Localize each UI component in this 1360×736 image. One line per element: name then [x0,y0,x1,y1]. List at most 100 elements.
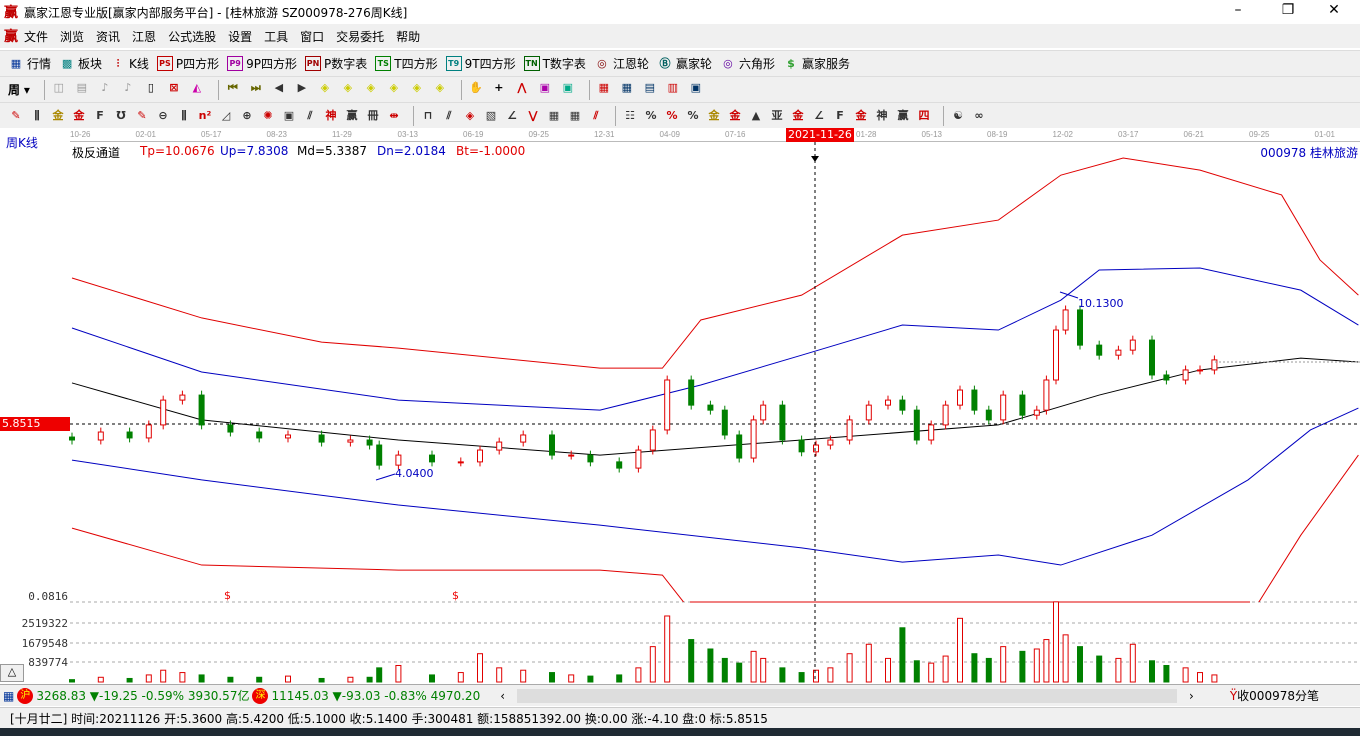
draw-tool-icon[interactable]: ▦ [567,108,583,124]
draw-tool-icon[interactable]: ⫼ [29,108,45,124]
tool-icon[interactable]: ✋ [468,80,484,96]
tool-icon[interactable]: ⏭ [248,80,264,96]
draw-tool-icon[interactable]: ◈ [462,108,478,124]
toolbar-button[interactable]: $ 赢家服务 [783,55,850,72]
draw-tool-icon[interactable]: 神 [323,108,339,124]
tool-icon[interactable]: ♪ [120,80,136,96]
collapse-button[interactable]: △ [0,664,24,682]
draw-tool-icon[interactable]: ⇹ [386,108,402,124]
draw-tool-icon[interactable]: 金 [71,108,87,124]
draw-tool-icon[interactable]: 神 [874,108,890,124]
draw-tool-icon[interactable]: ⫽ [441,108,457,124]
draw-tool-icon[interactable]: ✺ [260,108,276,124]
tool-icon[interactable]: ⋀ [514,80,530,96]
toolbar-button[interactable]: Ⓑ 赢家轮 [657,55,712,72]
menu-item[interactable]: 资讯 [96,28,120,45]
draw-tool-icon[interactable]: ☯ [950,108,966,124]
draw-tool-icon[interactable]: ▲ [748,108,764,124]
draw-tool-icon[interactable]: ⫽ [588,108,604,124]
menu-item[interactable]: 交易委托 [336,28,384,45]
draw-tool-icon[interactable]: ∠ [811,108,827,124]
tool-icon[interactable]: ▤ [74,80,90,96]
tool-icon[interactable]: ⏮ [225,80,241,96]
tool-icon[interactable]: ▶ [294,80,310,96]
toolbar-button[interactable]: PS P四方形 [156,55,219,72]
tool-icon[interactable]: ◈ [340,80,356,96]
horizontal-scrollbar[interactable] [517,688,1178,703]
toolbar-button[interactable]: ◎ 江恩轮 [594,55,649,72]
draw-tool-icon[interactable]: 金 [50,108,66,124]
draw-tool-icon[interactable]: 冊 [365,108,381,124]
draw-tool-icon[interactable]: ℧ [113,108,129,124]
tool-icon[interactable]: ▣ [560,80,576,96]
toolbar-button[interactable]: P9 9P四方形 [227,55,297,72]
tool-icon[interactable]: ▤ [642,80,658,96]
draw-tool-icon[interactable]: n² [197,108,213,124]
draw-tool-icon[interactable]: % [664,108,680,124]
draw-tool-icon[interactable]: % [643,108,659,124]
calculator-icon[interactable]: ▦ [3,689,14,703]
draw-tool-icon[interactable]: ✎ [8,108,24,124]
draw-tool-icon[interactable]: ∞ [971,108,987,124]
draw-tool-icon[interactable]: % [685,108,701,124]
draw-tool-icon[interactable]: ▦ [546,108,562,124]
toolbar-button[interactable]: PN P数字表 [305,55,367,72]
scroll-right-button[interactable]: › [1189,689,1194,703]
price-chart[interactable] [0,128,1360,684]
draw-tool-icon[interactable]: ✎ [134,108,150,124]
tool-icon[interactable]: ◈ [317,80,333,96]
menu-item[interactable]: 浏览 [60,28,84,45]
tool-icon[interactable]: ▥ [665,80,681,96]
tool-icon[interactable]: ▣ [537,80,553,96]
toolbar-button[interactable]: ⫶ K线 [110,55,149,72]
draw-tool-icon[interactable]: F [832,108,848,124]
draw-tool-icon[interactable]: ⋁ [525,108,541,124]
draw-tool-icon[interactable]: 赢 [895,108,911,124]
toolbar-button[interactable]: ◎ 六角形 [720,55,775,72]
toolbar-button[interactable]: TS T四方形 [375,55,438,72]
draw-tool-icon[interactable]: 金 [706,108,722,124]
menu-item[interactable]: 江恩 [132,28,156,45]
tool-icon[interactable]: ◈ [409,80,425,96]
tool-icon[interactable]: + [491,80,507,96]
draw-tool-icon[interactable]: ⊕ [239,108,255,124]
menu-item[interactable]: 设置 [228,28,252,45]
toolbar-button[interactable]: TN T数字表 [523,55,586,72]
tool-icon[interactable]: ◈ [432,80,448,96]
tool-icon[interactable]: ♪ [97,80,113,96]
tool-icon[interactable]: ▯ [143,80,159,96]
draw-tool-icon[interactable]: 金 [853,108,869,124]
period-select[interactable]: 周 ▾ [8,81,30,98]
tool-icon[interactable]: ▣ [688,80,704,96]
tool-icon[interactable]: ▦ [619,80,635,96]
toolbar-button[interactable]: T9 9T四方形 [445,55,516,72]
draw-tool-icon[interactable]: ⊓ [420,108,436,124]
sh-index-badge[interactable]: 沪 [17,687,34,704]
menu-item[interactable]: 公式选股 [168,28,216,45]
menu-item[interactable]: 文件 [24,28,48,45]
menu-item[interactable]: 工具 [264,28,288,45]
draw-tool-icon[interactable]: ⊖ [155,108,171,124]
draw-tool-icon[interactable]: 金 [790,108,806,124]
sz-index-badge[interactable]: 深 [252,687,269,704]
draw-tool-icon[interactable]: ⫼ [176,108,192,124]
draw-tool-icon[interactable]: ∠ [504,108,520,124]
close-button[interactable]: ✕ [1314,2,1354,18]
tool-icon[interactable]: ◈ [386,80,402,96]
tool-icon[interactable]: ⊠ [166,80,182,96]
draw-tool-icon[interactable]: 赢 [344,108,360,124]
draw-tool-icon[interactable]: 亚 [769,108,785,124]
minimize-button[interactable]: – [1218,2,1258,18]
draw-tool-icon[interactable]: ☷ [622,108,638,124]
draw-tool-icon[interactable]: 四 [916,108,932,124]
menu-item[interactable]: 帮助 [396,28,420,45]
scroll-left-button[interactable]: ‹ [500,689,505,703]
draw-tool-icon[interactable]: ▧ [483,108,499,124]
toolbar-button[interactable]: ▩ 板块 [59,55,102,72]
tool-icon[interactable]: ◭ [189,80,205,96]
tool-icon[interactable]: ▦ [596,80,612,96]
tool-icon[interactable]: ◈ [363,80,379,96]
toolbar-button[interactable]: ▦ 行情 [8,55,51,72]
tool-icon[interactable]: ◫ [51,80,67,96]
draw-tool-icon[interactable]: ◿ [218,108,234,124]
